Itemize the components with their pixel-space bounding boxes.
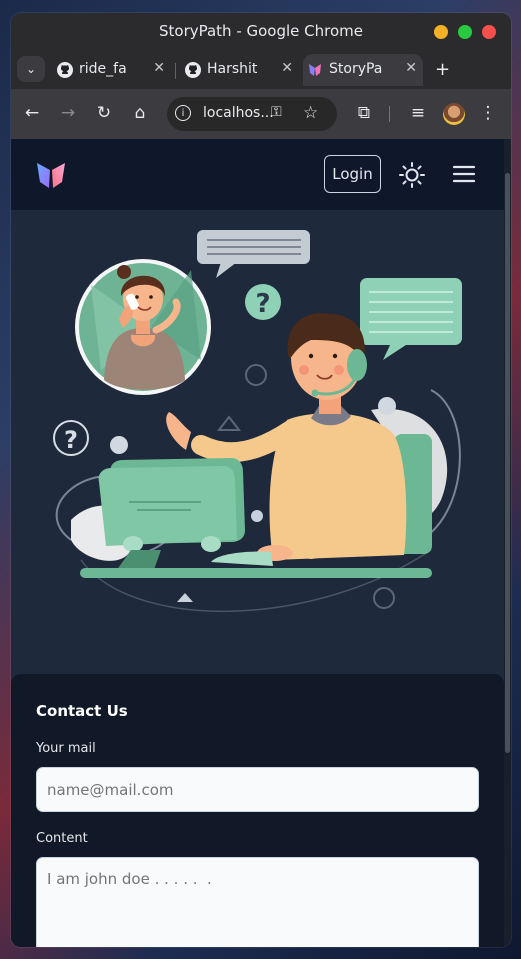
content-label: Content — [36, 831, 88, 846]
close-tab-icon[interactable]: ✕ — [153, 60, 165, 76]
hamburger-menu-icon[interactable] — [452, 163, 476, 185]
address-bar[interactable]: i localhos... ⚿ ☆ — [167, 97, 337, 131]
extensions-puzzle-icon[interactable]: ⧉ — [353, 102, 375, 124]
new-tab-icon[interactable]: + — [435, 59, 450, 80]
password-key-icon[interactable]: ⚿ — [271, 104, 282, 120]
media-queue-icon[interactable]: ≡ — [407, 102, 429, 124]
scrollbar-thumb[interactable] — [505, 173, 510, 753]
tab-divider — [175, 63, 176, 79]
page-viewport: Login ? ? Contact Us Your mail name@mail… — [11, 139, 511, 947]
svg-text:?: ? — [64, 426, 78, 454]
speech-bubble-gray — [197, 230, 310, 278]
tab-label: Harshit — [207, 61, 258, 77]
site-info-icon[interactable]: i — [175, 105, 191, 121]
close-window-button[interactable] — [482, 25, 496, 39]
tab-label: StoryPa — [329, 61, 383, 77]
sun-icon[interactable] — [398, 161, 426, 189]
customer-support-illustration: ? ? — [53, 230, 462, 613]
tab-search-button[interactable]: ⌄ — [17, 56, 45, 82]
woman-avatar-circle — [75, 259, 211, 395]
deco-dot — [110, 436, 128, 454]
deco-ring — [245, 364, 267, 386]
forward-arrow-icon[interactable]: → — [57, 102, 79, 124]
tab-label: ride_fa — [79, 61, 127, 77]
deco-ring — [373, 587, 395, 609]
profile-avatar[interactable] — [443, 103, 465, 125]
tab-storypath[interactable]: StoryPa ✕ — [303, 54, 423, 86]
email-field[interactable] — [36, 767, 479, 812]
github-icon — [185, 62, 201, 78]
back-arrow-icon[interactable]: ← — [21, 102, 43, 124]
maximize-button[interactable] — [458, 25, 472, 39]
tab-strip: ⌄ ride_fa ✕ Harshit ✕ StoryPa ✕ + — [11, 51, 511, 89]
toolbar-divider — [389, 106, 390, 122]
login-button[interactable]: Login — [324, 155, 381, 193]
deco-triangle — [177, 593, 193, 602]
email-label: Your mail — [36, 741, 96, 756]
page-scrollbar[interactable] — [504, 139, 511, 947]
browser-window: StoryPath - Google Chrome ⌄ ride_fa ✕ Ha… — [11, 13, 511, 947]
minimize-button[interactable] — [434, 25, 448, 39]
storypath-logo-icon[interactable] — [36, 160, 66, 190]
contact-title: Contact Us — [36, 702, 128, 720]
question-mark-icon: ? — [245, 284, 281, 320]
question-mark-icon: ? — [53, 420, 89, 456]
reload-icon[interactable]: ↻ — [93, 102, 115, 124]
site-navbar: Login — [11, 139, 504, 210]
bookmark-star-icon[interactable]: ☆ — [303, 103, 318, 123]
tab-harshit[interactable]: Harshit ✕ — [181, 54, 299, 86]
title-bar: StoryPath - Google Chrome — [11, 13, 511, 51]
github-icon — [57, 62, 73, 78]
close-tab-icon[interactable]: ✕ — [281, 60, 293, 76]
content-textarea[interactable] — [36, 857, 479, 947]
home-icon[interactable]: ⌂ — [129, 102, 151, 124]
contact-form-card: Contact Us Your mail Content — [11, 674, 504, 947]
kebab-menu-icon[interactable]: ⋮ — [477, 102, 499, 124]
deco-dot — [378, 397, 396, 415]
url-text: localhos... — [203, 105, 274, 121]
chevron-down-icon: ⌄ — [25, 62, 37, 76]
tab-ride-fa[interactable]: ride_fa ✕ — [53, 54, 171, 86]
svg-text:?: ? — [255, 289, 270, 319]
close-tab-icon[interactable]: ✕ — [405, 60, 417, 76]
deco-triangle — [216, 415, 242, 431]
storypath-logo-icon — [309, 64, 321, 76]
browser-toolbar: ← → ↻ ⌂ i localhos... ⚿ ☆ ⧉ ≡ ⋮ — [11, 89, 511, 139]
speech-bubble-green — [360, 278, 462, 360]
deco-dot — [251, 510, 263, 522]
